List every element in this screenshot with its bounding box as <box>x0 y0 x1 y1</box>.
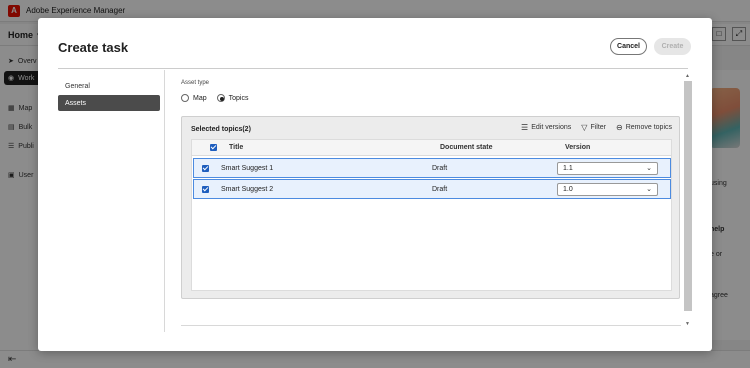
version-select[interactable]: 1.0 ⌄ <box>557 183 658 196</box>
column-header-state[interactable]: Document state <box>440 140 493 155</box>
topics-table: Title Document state Version Smart Sugge… <box>191 139 672 291</box>
version-value: 1.0 <box>563 186 573 193</box>
filter-button[interactable]: ▽ Filter <box>581 123 606 132</box>
database-icon: ☰ <box>521 123 529 132</box>
asset-type-label: Asset type <box>181 80 210 86</box>
version-select[interactable]: 1.1 ⌄ <box>557 162 658 175</box>
row-title: Smart Suggest 2 <box>221 185 274 193</box>
create-button[interactable]: Create <box>654 38 691 55</box>
dialog-side-nav: General Assets <box>58 78 160 112</box>
column-header-version[interactable]: Version <box>565 140 590 155</box>
column-header-title[interactable]: Title <box>229 140 243 155</box>
scroll-thumb[interactable] <box>684 81 692 311</box>
version-value: 1.1 <box>563 165 573 172</box>
edit-versions-button[interactable]: ☰ Edit versions <box>521 123 571 132</box>
remove-circle-icon: ⊖ <box>616 123 623 132</box>
divider <box>58 68 688 69</box>
action-label: Remove topics <box>625 124 672 131</box>
cancel-button[interactable]: Cancel <box>610 38 647 55</box>
selected-topics-panel: Selected topics(2) ☰ Edit versions ▽ Fil… <box>181 116 680 299</box>
filter-icon: ▽ <box>581 123 588 132</box>
asset-type-radio-group: Map Topics <box>181 94 254 102</box>
divider <box>181 325 681 326</box>
table-row[interactable]: Smart Suggest 1 Draft 1.1 ⌄ <box>193 158 671 178</box>
radio-topics[interactable] <box>216 94 225 102</box>
row-checkbox[interactable] <box>202 159 209 177</box>
scroll-down-icon[interactable]: ▼ <box>685 321 690 327</box>
radio-label: Topics <box>228 94 249 102</box>
scrollbar[interactable]: ▲ ▼ <box>684 73 692 328</box>
radio-map[interactable] <box>181 94 189 102</box>
panel-title: Selected topics(2) <box>191 126 251 133</box>
remove-topics-button[interactable]: ⊖ Remove topics <box>616 123 672 132</box>
panel-actions: ☰ Edit versions ▽ Filter ⊖ Remove topics <box>521 123 672 132</box>
assets-content: Asset type Map Topics Selected topics(2)… <box>181 73 689 328</box>
action-label: Filter <box>590 124 606 131</box>
row-state: Draft <box>432 185 448 193</box>
radio-label: Map <box>193 94 207 102</box>
row-title: Smart Suggest 1 <box>221 164 274 172</box>
side-item-assets[interactable]: Assets <box>58 95 160 111</box>
scroll-up-icon[interactable]: ▲ <box>685 73 690 79</box>
table-header: Title Document state Version <box>192 140 671 156</box>
table-row[interactable]: Smart Suggest 2 Draft 1.0 ⌄ <box>193 179 671 199</box>
side-item-general[interactable]: General <box>58 78 160 94</box>
chevron-down-icon: ⌄ <box>646 186 652 193</box>
create-task-dialog: Create task Cancel Create General Assets… <box>38 18 712 351</box>
row-state: Draft <box>432 164 448 172</box>
action-label: Edit versions <box>531 124 572 131</box>
row-checkbox[interactable] <box>202 180 209 198</box>
dialog-title: Create task <box>58 40 129 55</box>
chevron-down-icon: ⌄ <box>646 165 652 172</box>
select-all-checkbox[interactable] <box>210 140 217 155</box>
divider <box>164 70 165 332</box>
